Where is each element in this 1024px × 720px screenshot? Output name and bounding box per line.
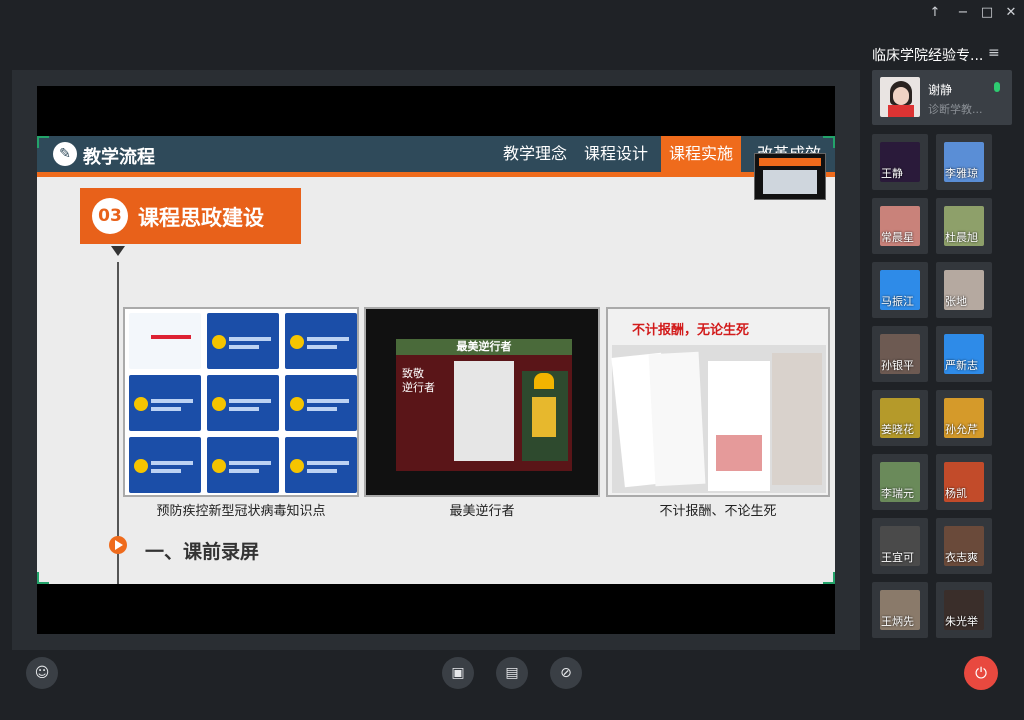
caption-letters: 不计报酬、不论生死 [659, 504, 777, 519]
nav-course-design: 课程设计 [584, 144, 649, 163]
caption-virus-knowledge: 预防疾控新型冠状病毒知识点 [156, 504, 326, 519]
participant-tile[interactable]: 严新志 [936, 326, 992, 382]
caption-heroes: 最美逆行者 [449, 504, 515, 519]
section-title: 课程思政建设 [138, 206, 264, 230]
frame-corner-br [823, 572, 835, 584]
screen-share-icon[interactable]: ▣ [442, 657, 474, 689]
mic-muted-icon[interactable]: ⊘ [550, 657, 582, 689]
participant-tile[interactable]: 姜晓花 [872, 390, 928, 446]
frame-corner-tl [37, 136, 49, 148]
thumbnail-letters: 不计报酬，无论生死 [606, 307, 830, 497]
avatar [880, 77, 920, 117]
power-icon[interactable]: ⏻ [964, 656, 998, 690]
presenter-preview[interactable] [754, 153, 826, 200]
member-list-icon[interactable]: ≡ [988, 45, 1000, 61]
slide-title: 教学流程 [83, 147, 155, 168]
presentation-slide: ✎ 教学流程 教学理念 课程设计 课程实施 改革成效 03 课程思政建设 预防疾… [37, 136, 835, 584]
participant-tile[interactable]: 杨凯 [936, 454, 992, 510]
conference-title: 临床学院经验专... [872, 48, 984, 64]
frame-corner-bl [37, 572, 49, 584]
letters-headline: 不计报酬，无论生死 [632, 323, 750, 338]
mic-active-icon [994, 82, 1000, 92]
people-icon[interactable]: ☺ [26, 657, 58, 689]
participant-tile[interactable]: 王静 [872, 134, 928, 190]
participant-tile[interactable]: 王炳先 [872, 582, 928, 638]
participant-tile[interactable]: 王宜可 [872, 518, 928, 574]
speaker-subtitle: 诊断学教... [928, 103, 983, 116]
file-share-icon[interactable]: ▤ [496, 657, 528, 689]
heroes-left-text: 致敬 逆行者 [402, 367, 435, 394]
section-number: 03 [92, 198, 128, 234]
close-icon[interactable]: ✕ [1002, 4, 1020, 22]
slide-header: ✎ 教学流程 教学理念 课程设计 课程实施 改革成效 [37, 136, 835, 177]
heroes-banner: 最美逆行者 [396, 339, 572, 355]
maximize-icon[interactable]: □ [978, 4, 996, 22]
frame-corner-tr [823, 136, 835, 148]
participant-tile[interactable]: 杜晨旭 [936, 198, 992, 254]
participant-tile[interactable]: 李瑞元 [872, 454, 928, 510]
heroes-poster: 最美逆行者 致敬 逆行者 [396, 339, 572, 471]
section-badge: 03 课程思政建设 [80, 188, 301, 244]
participant-tile[interactable]: 常晨星 [872, 198, 928, 254]
participant-tile[interactable]: 孙允芹 [936, 390, 992, 446]
participant-tile[interactable]: 衣志爽 [936, 518, 992, 574]
meeting-window: { "window": { "pin_icon": "pin-icon", "m… [0, 0, 1024, 720]
participant-tile[interactable]: 李雅琼 [936, 134, 992, 190]
participant-tile[interactable]: 孙银平 [872, 326, 928, 382]
active-speaker-tile[interactable]: 谢静 诊断学教... [872, 70, 1012, 125]
thumbnail-heroes: 最美逆行者 致敬 逆行者 [364, 307, 600, 497]
participant-tile[interactable]: 朱光举 [936, 582, 992, 638]
speaker-name: 谢静 [928, 83, 953, 97]
nav-teaching-concept: 教学理念 [503, 144, 568, 163]
pencil-logo-icon: ✎ [53, 142, 77, 166]
participant-tile[interactable]: 马振江 [872, 262, 928, 318]
nav-course-implementation: 课程实施 [661, 136, 742, 172]
play-circle-icon [109, 536, 127, 554]
thumbnail-virus-knowledge [123, 307, 359, 497]
pin-icon[interactable]: ↑ [926, 4, 944, 22]
participant-tile[interactable]: 张地 [936, 262, 992, 318]
minimize-icon[interactable]: − [954, 4, 972, 22]
timeline-arrow-icon [111, 246, 125, 256]
header-accent-strip [37, 172, 835, 177]
subsection-title: 一、课前录屏 [145, 541, 260, 563]
